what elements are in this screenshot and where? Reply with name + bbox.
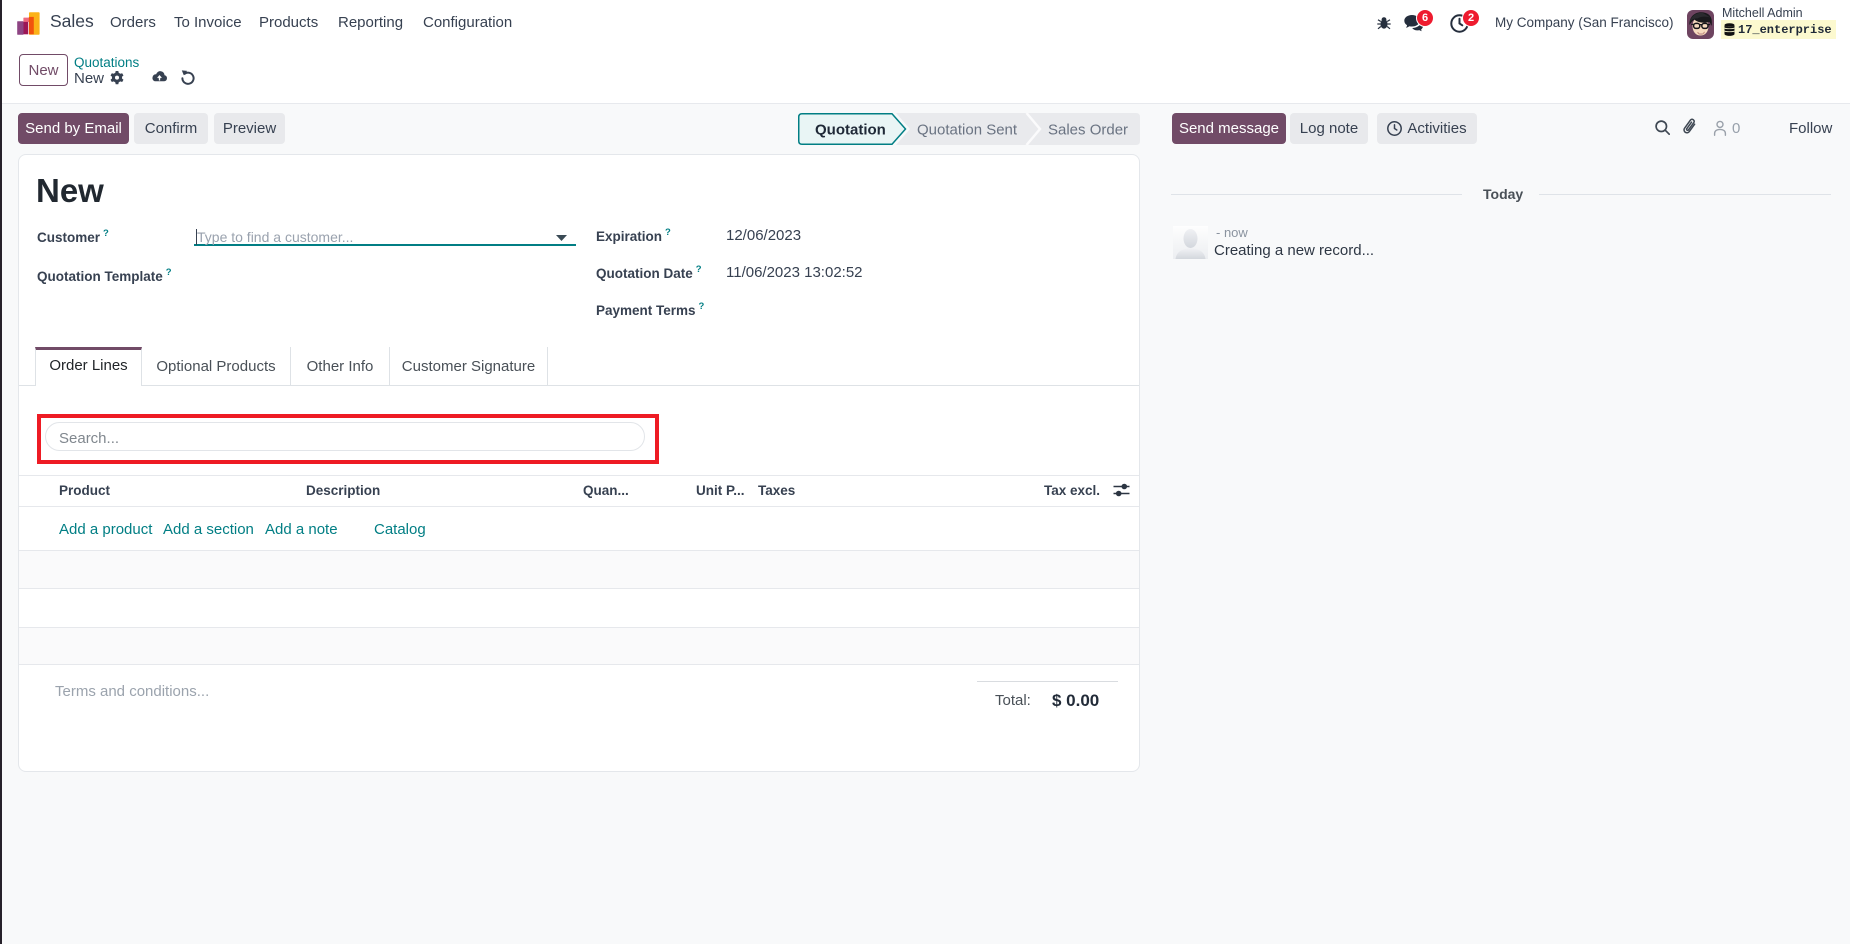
svg-text:Quotation: Quotation xyxy=(815,122,886,139)
svg-text:Quotation Sent: Quotation Sent xyxy=(917,122,1018,139)
svg-text:Sales Order: Sales Order xyxy=(1048,122,1128,139)
